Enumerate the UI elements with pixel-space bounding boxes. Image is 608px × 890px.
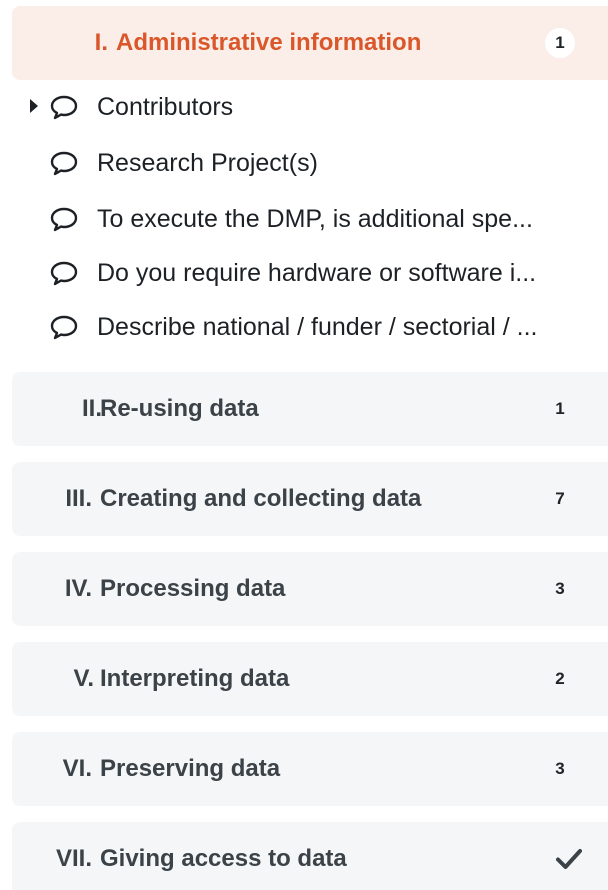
chapter-preserving-data[interactable]: VI. Preserving data 3 bbox=[12, 732, 608, 806]
chapter-title: Interpreting data bbox=[100, 665, 290, 692]
chapter-administrative-information[interactable]: I. Administrative information 1 bbox=[12, 6, 608, 80]
question-item-additional-specialists[interactable]: To execute the DMP, is additional spe... bbox=[0, 194, 608, 244]
chapter-unanswered-count: 1 bbox=[555, 399, 565, 418]
question-item-national-funder-guidelines[interactable]: Describe national / funder / sectorial /… bbox=[0, 302, 608, 352]
chapter-number: I. bbox=[94, 29, 108, 56]
comment-bubble-icon bbox=[50, 95, 78, 120]
question-label: Describe national / funder / sectorial /… bbox=[97, 313, 538, 341]
question-label: To execute the DMP, is additional spe... bbox=[97, 205, 533, 233]
chapter-unanswered-count: 2 bbox=[555, 669, 565, 688]
chapter-number: IV. bbox=[64, 575, 92, 602]
chapter-title: Re-using data bbox=[100, 395, 259, 422]
chapter-number: III. bbox=[65, 485, 92, 512]
question-item-hardware-software[interactable]: Do you require hardware or software i... bbox=[0, 248, 608, 298]
chapter-title: Giving access to data bbox=[100, 845, 347, 872]
checkmark-icon bbox=[556, 849, 582, 869]
question-label: Research Project(s) bbox=[97, 149, 318, 177]
question-label: Do you require hardware or software i... bbox=[97, 259, 537, 287]
chapter-giving-access-to-data[interactable]: VII. Giving access to data bbox=[12, 822, 608, 890]
question-item-research-projects[interactable]: Research Project(s) bbox=[0, 138, 608, 188]
chapter-processing-data[interactable]: IV. Processing data 3 bbox=[12, 552, 608, 626]
chapter-number: V. bbox=[73, 665, 94, 692]
chapter-unanswered-count: 7 bbox=[555, 489, 565, 508]
chapter-unanswered-count: 3 bbox=[555, 579, 565, 598]
chapter-title: Preserving data bbox=[100, 755, 281, 782]
chapter-title: Administrative information bbox=[116, 29, 422, 56]
caret-right-icon[interactable] bbox=[30, 99, 38, 113]
comment-bubble-icon bbox=[50, 261, 78, 286]
chapter-title: Processing data bbox=[100, 575, 286, 602]
comment-bubble-icon bbox=[50, 151, 78, 176]
chapter-unanswered-count: 3 bbox=[555, 759, 565, 778]
question-item-contributors[interactable]: Contributors bbox=[0, 82, 608, 132]
chapter-number: VI. bbox=[62, 755, 92, 782]
count-badge: 1 bbox=[545, 27, 575, 58]
chapter-re-using-data[interactable]: II. Re-using data 1 bbox=[12, 372, 608, 446]
question-label: Contributors bbox=[97, 93, 234, 121]
chapter-number: VII. bbox=[55, 845, 92, 872]
chapter-title: Creating and collecting data bbox=[100, 485, 422, 512]
comment-bubble-icon bbox=[50, 315, 78, 340]
chapter-creating-and-collecting-data[interactable]: III. Creating and collecting data 7 bbox=[12, 462, 608, 536]
chapter-interpreting-data[interactable]: V. Interpreting data 2 bbox=[12, 642, 608, 716]
questionnaire-navigation: I. Administrative information 1 Contribu… bbox=[0, 0, 608, 890]
comment-bubble-icon bbox=[50, 207, 78, 232]
chapter-unanswered-count: 1 bbox=[544, 6, 576, 80]
chapter-number: II. bbox=[81, 395, 102, 422]
